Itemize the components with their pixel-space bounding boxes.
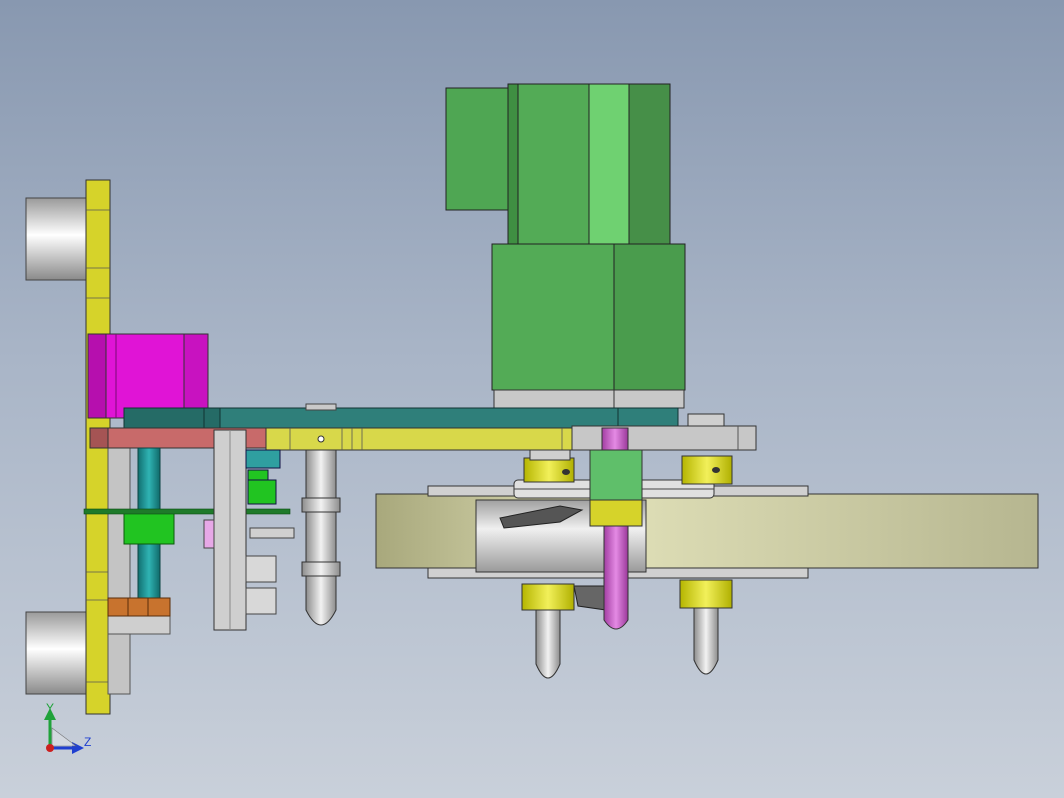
lower-bracket-plate[interactable] [89,425,757,451]
copper-collar[interactable] [107,597,171,617]
cad-model-viewport[interactable]: Y Z [0,0,1064,798]
yellow-bracket[interactable] [265,427,573,451]
motor-terminal-box[interactable] [445,87,511,211]
y-axis-label: Y [46,701,54,715]
coordinate-triad: Y Z [44,701,91,754]
lower-bushing[interactable] [25,611,89,695]
magenta-motor-block[interactable] [87,333,209,419]
origin-point [46,744,54,752]
gear-motor[interactable] [445,83,686,409]
motor-flange[interactable] [493,389,685,409]
shaft-coupling[interactable] [589,449,643,501]
spur-gear[interactable] [123,511,175,545]
z-axis-label: Z [84,735,91,749]
guide-pin-left[interactable] [301,449,341,626]
motor-rib [588,83,630,245]
sensor-mount[interactable] [203,429,295,631]
frame-block[interactable] [107,447,131,695]
frame-block-lower[interactable] [107,615,171,635]
grey-arm[interactable] [571,425,757,451]
top-mounting-plate[interactable] [123,403,679,429]
upper-bushing[interactable] [25,197,89,281]
